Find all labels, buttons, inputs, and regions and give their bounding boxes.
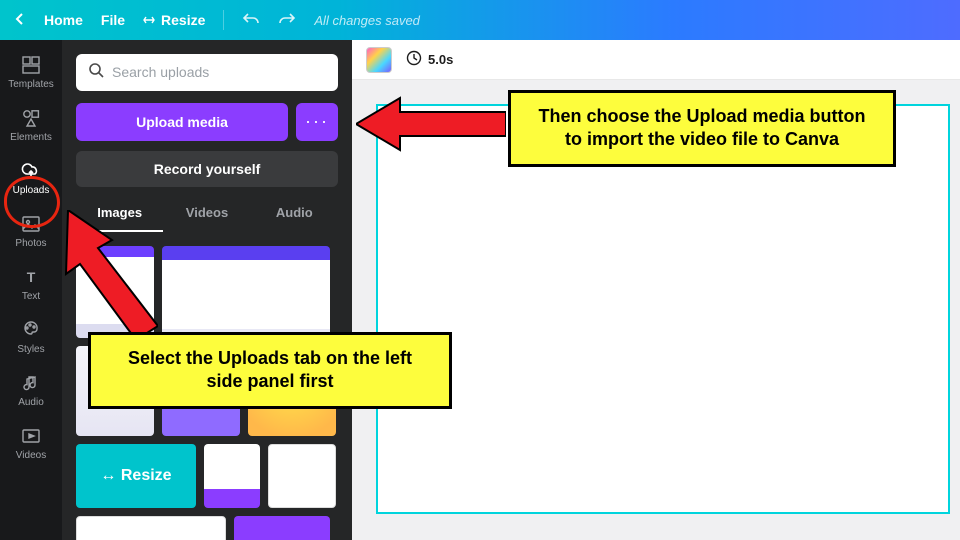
rail-label: Text [22, 291, 40, 302]
upload-thumbnail[interactable]: ↔ Resize [76, 444, 196, 508]
rail-videos[interactable]: Videos [0, 417, 62, 470]
undo-icon[interactable] [242, 12, 260, 29]
rail-label: Videos [16, 450, 46, 461]
tab-videos[interactable]: Videos [163, 205, 250, 232]
rail-label: Audio [18, 397, 44, 408]
templates-icon [21, 55, 41, 75]
upload-more-button[interactable]: ··· [296, 103, 338, 141]
search-input[interactable] [112, 64, 326, 80]
rail-label: Uploads [13, 185, 50, 196]
rail-elements[interactable]: Elements [0, 99, 62, 152]
rail-audio[interactable]: Audio [0, 364, 62, 417]
search-icon [88, 62, 104, 83]
search-uploads[interactable] [76, 54, 338, 91]
annotation-arrow-uploads-tab [58, 210, 158, 340]
videos-icon [21, 426, 41, 446]
text-icon: T [21, 267, 41, 287]
file-menu[interactable]: File [101, 12, 125, 28]
rail-label: Elements [10, 132, 52, 143]
upload-thumbnail[interactable] [234, 516, 330, 540]
rail-label: Templates [8, 79, 54, 90]
elements-icon [21, 108, 41, 128]
upload-thumbnail[interactable] [76, 516, 226, 540]
svg-text:T: T [27, 269, 36, 285]
rail-label: Photos [15, 238, 46, 249]
upload-thumbnail[interactable] [204, 444, 260, 508]
upload-thumbnail[interactable] [162, 246, 330, 338]
annotation-arrow-upload [356, 94, 506, 164]
duration-value: 5.0s [428, 52, 453, 67]
clock-icon [406, 50, 422, 69]
page-duration[interactable]: 5.0s [406, 50, 453, 69]
uploads-icon [21, 161, 41, 181]
resize-menu[interactable]: Resize [143, 12, 205, 28]
redo-icon[interactable] [278, 12, 296, 29]
canvas-toolbar: 5.0s [352, 40, 960, 80]
upload-thumbnail[interactable] [268, 444, 336, 508]
rail-styles[interactable]: Styles [0, 311, 62, 364]
record-yourself-button[interactable]: Record yourself [76, 151, 338, 188]
save-status: All changes saved [314, 13, 420, 28]
annotation-callout-uploads-tab: Select the Uploads tab on the left side … [88, 332, 452, 409]
rail-text[interactable]: T Text [0, 258, 62, 311]
rail-uploads[interactable]: Uploads [0, 152, 62, 205]
color-picker[interactable] [366, 47, 392, 73]
annotation-callout-upload: Then choose the Upload media button to i… [508, 90, 896, 167]
rail-photos[interactable]: Photos [0, 205, 62, 258]
styles-icon [21, 320, 41, 340]
photos-icon [21, 214, 41, 234]
tab-audio[interactable]: Audio [251, 205, 338, 232]
upload-media-button[interactable]: Upload media [76, 103, 288, 141]
rail-templates[interactable]: Templates [0, 46, 62, 99]
side-rail: Templates Elements Uploads Photos T Text… [0, 40, 62, 540]
home-link[interactable]: Home [44, 12, 83, 28]
rail-label: Styles [17, 344, 44, 355]
top-bar: Home File Resize All changes saved [0, 0, 960, 40]
back-icon[interactable] [14, 12, 26, 28]
audio-icon [21, 373, 41, 393]
divider [223, 10, 224, 30]
